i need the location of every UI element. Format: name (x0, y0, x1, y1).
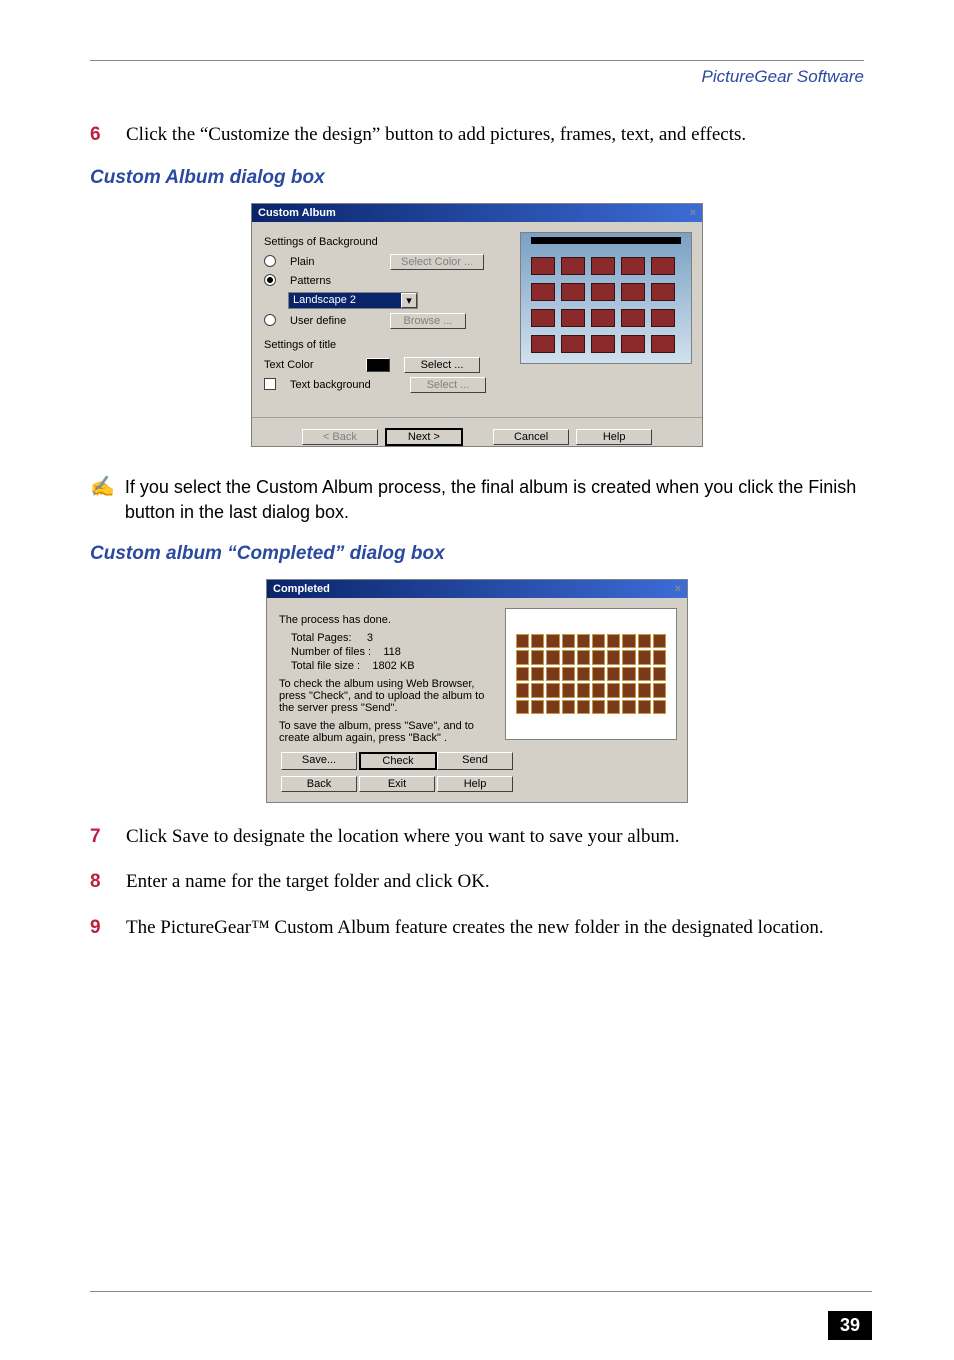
total-pages-label: Total Pages: (291, 632, 352, 644)
close-icon[interactable]: × (675, 583, 681, 595)
completed-done-text: The process has done. (279, 614, 499, 626)
running-head: PictureGear Software (90, 67, 864, 87)
back-button-2[interactable]: Back (281, 776, 357, 792)
text-background-checkbox[interactable] (264, 378, 282, 392)
browse-button[interactable]: Browse ... (390, 313, 466, 329)
text-color-select-button[interactable]: Select ... (404, 357, 480, 373)
select-color-button[interactable]: Select Color ... (390, 254, 484, 270)
step-number-8: 8 (90, 868, 104, 896)
rule-top (90, 60, 864, 61)
radio-patterns-label: Patterns (290, 275, 380, 287)
rule-bottom (90, 1291, 872, 1292)
completed-para-1: To check the album using Web Browser, pr… (279, 678, 499, 714)
total-size-label: Total file size : (291, 660, 360, 672)
check-button[interactable]: Check (359, 752, 437, 770)
radio-patterns[interactable] (264, 274, 282, 288)
album-preview (505, 608, 677, 740)
radio-plain[interactable] (264, 255, 282, 269)
patterns-combo-value: Landscape 2 (293, 294, 356, 306)
text-color-label: Text Color (264, 359, 354, 371)
completed-dialog: Completed × The process has done. Total … (266, 579, 688, 803)
next-button[interactable]: Next > (385, 428, 463, 446)
help-button[interactable]: Help (576, 429, 652, 445)
note-text: If you select the Custom Album process, … (125, 475, 864, 525)
step-number-7: 7 (90, 823, 104, 851)
step-text-7: Click Save to designate the location whe… (126, 823, 864, 851)
group-title-label: Settings of title (264, 339, 494, 351)
total-pages-value: 3 (367, 632, 373, 644)
radio-plain-label: Plain (290, 256, 380, 268)
exit-button[interactable]: Exit (359, 776, 435, 792)
dialog-title-2: Completed (273, 583, 330, 595)
step-number-9: 9 (90, 914, 104, 942)
cancel-button[interactable]: Cancel (493, 429, 569, 445)
num-files-label: Number of files : (291, 646, 371, 658)
step-text-8: Enter a name for the target folder and c… (126, 868, 864, 896)
send-button[interactable]: Send (437, 752, 513, 770)
step-text-6: Click the “Customize the design” button … (126, 121, 864, 149)
page-number: 39 (828, 1311, 872, 1340)
save-button[interactable]: Save... (281, 752, 357, 770)
completed-para-2: To save the album, press "Save", and to … (279, 720, 499, 744)
patterns-combo[interactable]: Landscape 2 ▾ (288, 292, 418, 309)
pattern-preview (520, 232, 692, 364)
text-background-label: Text background (290, 379, 400, 391)
radio-user-define[interactable] (264, 314, 282, 328)
radio-user-define-label: User define (290, 315, 380, 327)
close-icon[interactable]: × (690, 207, 696, 219)
total-size-value: 1802 KB (372, 660, 414, 672)
note-icon: ✍ (90, 473, 115, 523)
heading-completed-dialog: Custom album “Completed” dialog box (90, 543, 864, 565)
back-button[interactable]: < Back (302, 429, 378, 445)
step-text-9: The PictureGear™ Custom Album feature cr… (126, 914, 864, 942)
text-background-select-button[interactable]: Select ... (410, 377, 486, 393)
num-files-value: 118 (383, 646, 401, 658)
text-color-swatch (366, 358, 390, 372)
group-background-label: Settings of Background (264, 236, 494, 248)
help-button-2[interactable]: Help (437, 776, 513, 792)
dialog-title: Custom Album (258, 207, 336, 219)
custom-album-dialog: Custom Album × Settings of Background Pl… (251, 203, 703, 447)
step-number-6: 6 (90, 121, 104, 149)
chevron-down-icon[interactable]: ▾ (401, 293, 417, 308)
heading-custom-album-dialog: Custom Album dialog box (90, 167, 864, 189)
